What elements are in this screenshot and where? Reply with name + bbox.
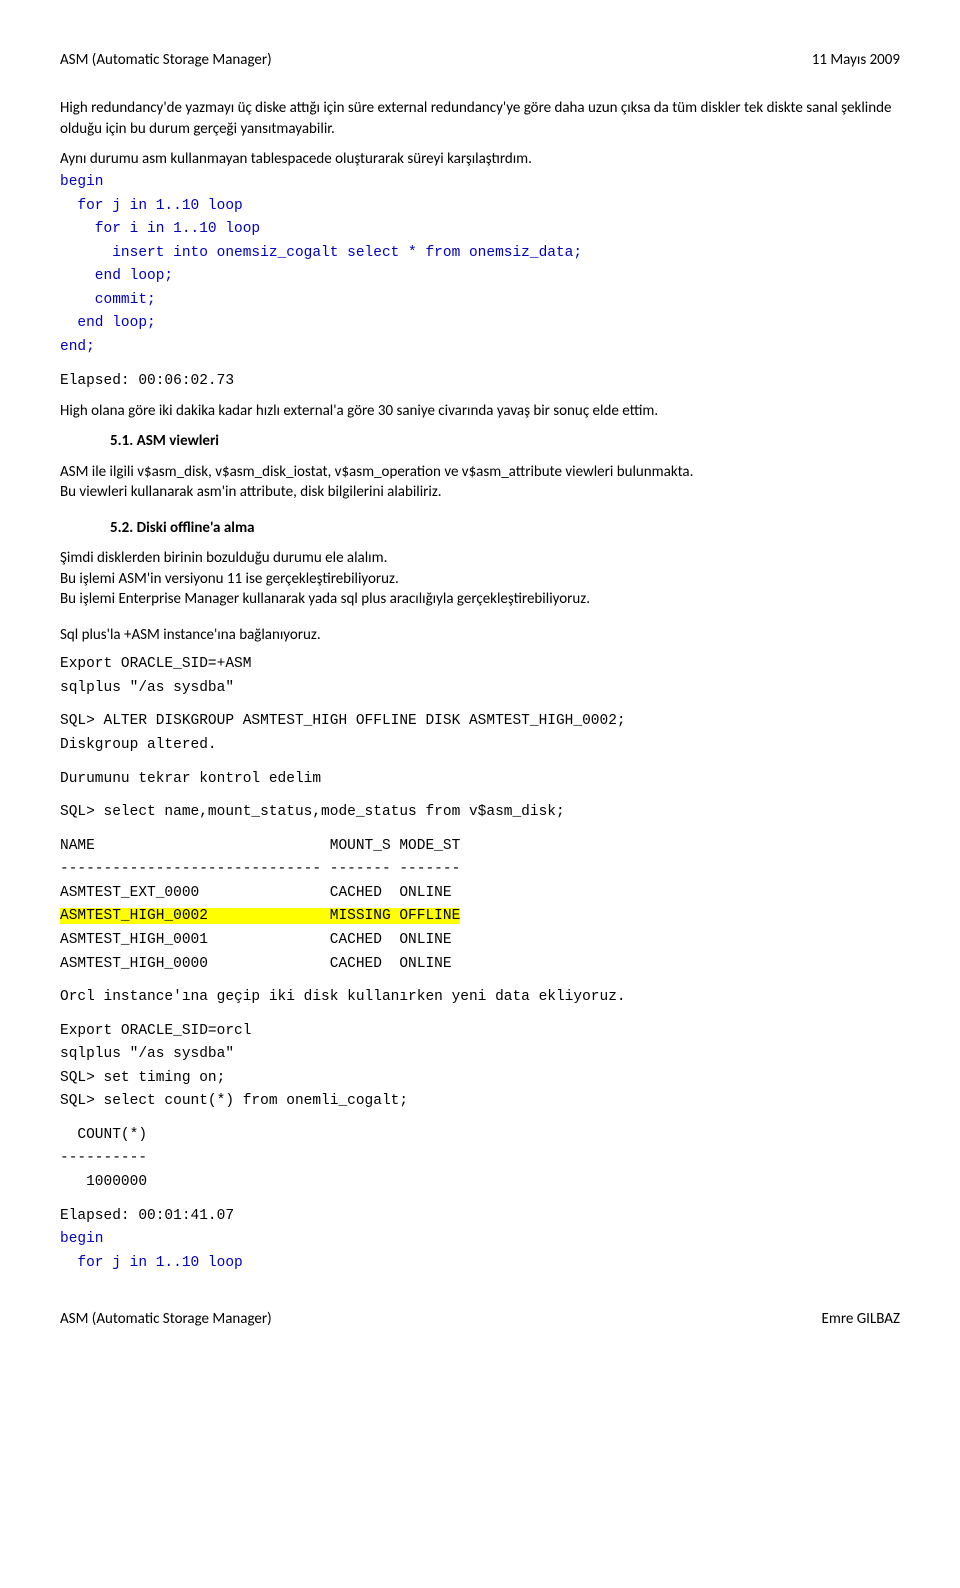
code-begin-2: begin xyxy=(60,1230,900,1250)
code-select-asmdisk: SQL> select name,mount_status,mode_statu… xyxy=(60,803,900,823)
code-sqlplus-2: sqlplus "/as sysdba" xyxy=(60,1045,900,1065)
code-set-timing: SQL> set timing on; xyxy=(60,1069,900,1089)
section-5-2-num: 5.2. xyxy=(110,519,133,537)
doc-date: 11 Mayıs 2009 xyxy=(812,50,900,70)
footer-right: Emre GILBAZ xyxy=(822,1309,900,1329)
code-endloop-1: end loop; xyxy=(60,267,900,287)
code-alter-diskgroup: SQL> ALTER DISKGROUP ASMTEST_HIGH OFFLIN… xyxy=(60,712,900,732)
paragraph-sqlplus: Sql plus'la +ASM instance'ına bağlanıyor… xyxy=(60,625,900,645)
section-5-2-title: Diski offline'a alma xyxy=(137,519,255,537)
code-end: end; xyxy=(60,338,900,358)
code-sqlplus-1: sqlplus "/as sysdba" xyxy=(60,679,900,699)
code-row-high-0002: ASMTEST_HIGH_0002 MISSING OFFLINE xyxy=(60,907,900,927)
section-5-1-title: ASM viewleri xyxy=(137,432,219,450)
section-5-1-body-1: ASM ile ilgili v$asm_disk, v$asm_disk_io… xyxy=(60,462,900,482)
section-5-2-body-1: Şimdi disklerden birinin bozulduğu durum… xyxy=(60,548,900,568)
paragraph-result: High olana göre iki dakika kadar hızlı e… xyxy=(60,401,900,421)
paragraph-intro-1: High redundancy'de yazmayı üç diske attı… xyxy=(60,98,900,139)
section-5-1-num: 5.1. xyxy=(110,432,133,450)
section-5-2-header: 5.2. Diski offline'a alma xyxy=(60,518,900,538)
code-orcl-instance: Orcl instance'ına geçip iki disk kullanı… xyxy=(60,988,900,1008)
code-export-orcl: Export ORACLE_SID=orcl xyxy=(60,1022,900,1042)
code-for-i: for i in 1..10 loop xyxy=(60,220,900,240)
code-insert: insert into onemsiz_cogalt select * from… xyxy=(60,244,900,264)
code-row-high-0000: ASMTEST_HIGH_0000 CACHED ONLINE xyxy=(60,955,900,975)
code-elapsed-2: Elapsed: 00:01:41.07 xyxy=(60,1207,900,1227)
footer-left: ASM (Automatic Storage Manager) xyxy=(60,1309,272,1329)
code-count-divider: ---------- xyxy=(60,1149,900,1169)
code-export-asm: Export ORACLE_SID=+ASM xyxy=(60,655,900,675)
code-endloop-2: end loop; xyxy=(60,314,900,334)
code-count-value: 1000000 xyxy=(60,1173,900,1193)
code-for-j: for j in 1..10 loop xyxy=(60,197,900,217)
code-check-again: Durumunu tekrar kontrol edelim xyxy=(60,770,900,790)
paragraph-intro-2: Aynı durumu asm kullanmayan tablespacede… xyxy=(60,149,900,169)
code-row-high-0001: ASMTEST_HIGH_0001 CACHED ONLINE xyxy=(60,931,900,951)
code-begin: begin xyxy=(60,173,900,193)
highlighted-offline-row: ASMTEST_HIGH_0002 MISSING OFFLINE xyxy=(60,908,460,924)
code-commit: commit; xyxy=(60,291,900,311)
code-diskgroup-altered: Diskgroup altered. xyxy=(60,736,900,756)
section-5-1-header: 5.1. ASM viewleri xyxy=(60,431,900,451)
code-count-header: COUNT(*) xyxy=(60,1126,900,1146)
code-table-header: NAME MOUNT_S MODE_ST xyxy=(60,837,900,857)
code-table-divider: ------------------------------ ------- -… xyxy=(60,860,900,880)
code-row-ext-0000: ASMTEST_EXT_0000 CACHED ONLINE xyxy=(60,884,900,904)
section-5-2-body-3: Bu işlemi Enterprise Manager kullanarak … xyxy=(60,589,900,609)
doc-title: ASM (Automatic Storage Manager) xyxy=(60,50,272,70)
code-select-count: SQL> select count(*) from onemli_cogalt; xyxy=(60,1092,900,1112)
page-footer: ASM (Automatic Storage Manager) Emre GIL… xyxy=(60,1309,900,1329)
code-for-j-2: for j in 1..10 loop xyxy=(60,1254,900,1274)
code-elapsed-1: Elapsed: 00:06:02.73 xyxy=(60,372,900,392)
section-5-1-body-2: Bu viewleri kullanarak asm'in attribute,… xyxy=(60,482,900,502)
page-header: ASM (Automatic Storage Manager) 11 Mayıs… xyxy=(60,50,900,70)
section-5-2-body-2: Bu işlemi ASM'in versiyonu 11 ise gerçek… xyxy=(60,569,900,589)
